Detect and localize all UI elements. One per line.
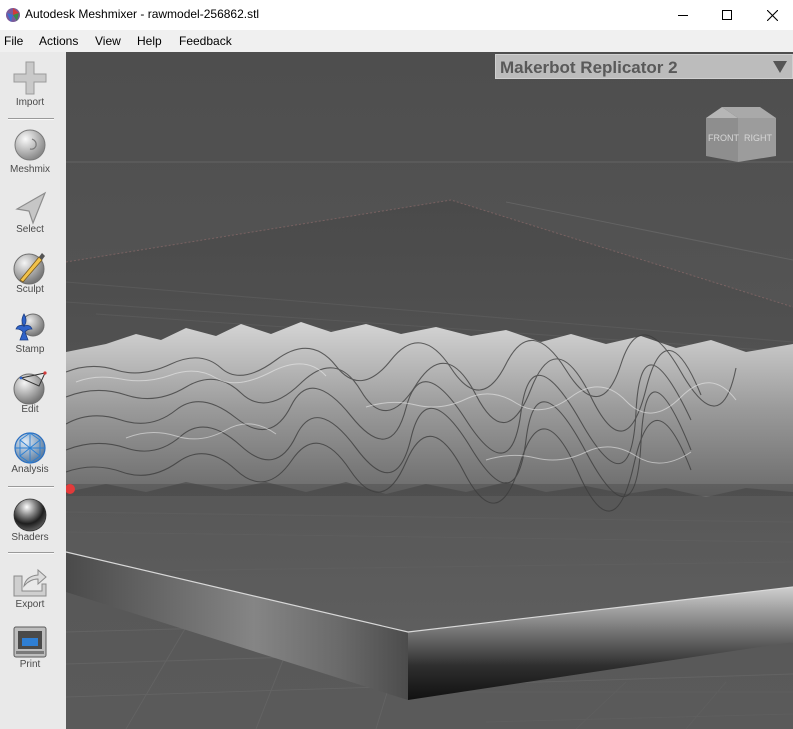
toolbar-divider (8, 552, 54, 554)
menu-bar: File Actions View Help Feedback (0, 30, 793, 52)
meshmixer-window: Autodesk Meshmixer - rawmodel-256862.stl… (0, 0, 793, 729)
stamp-label: Stamp (15, 344, 45, 355)
printer-select[interactable]: Makerbot Replicator 2 (495, 54, 793, 79)
shaders-tool-button[interactable]: Shaders (0, 497, 60, 557)
analysis-tool-button[interactable]: Analysis (0, 430, 60, 490)
3d-printer-icon (13, 626, 47, 658)
meshmix-tool-button[interactable]: Meshmix (0, 126, 60, 186)
export-label: Export (15, 599, 45, 610)
minimize-icon (678, 15, 688, 16)
wire-sphere-icon (13, 371, 47, 405)
bunny-head-icon (14, 129, 46, 161)
arrow-cursor-icon (15, 191, 47, 225)
menu-file[interactable]: File (4, 34, 23, 48)
analysis-label: Analysis (11, 464, 49, 475)
print-tool-button[interactable]: Print (0, 624, 60, 684)
sculpt-label: Sculpt (16, 284, 44, 295)
menu-actions[interactable]: Actions (39, 34, 78, 48)
edit-label: Edit (21, 404, 39, 415)
menu-feedback[interactable]: Feedback (179, 34, 232, 48)
chrome-sphere-icon (13, 498, 47, 532)
dropdown-arrow-icon (773, 61, 787, 73)
close-icon (766, 9, 778, 21)
plus-icon (13, 61, 47, 95)
toolbar-divider (8, 486, 54, 488)
maximize-button[interactable] (704, 0, 750, 30)
menu-view[interactable]: View (95, 34, 121, 48)
import-tool-button[interactable]: Import (0, 60, 60, 120)
select-label: Select (16, 224, 44, 235)
stamp-tool-button[interactable]: Stamp (0, 310, 60, 370)
mesh-sphere-icon (14, 432, 46, 464)
edit-tool-button[interactable]: Edit (0, 370, 60, 430)
viewcube-right-label: RIGHT (744, 133, 773, 143)
maximize-icon (722, 10, 732, 20)
3d-viewport[interactable]: Makerbot Replicator 2 FRONT RIGHT (66, 52, 793, 729)
minimize-button[interactable] (660, 0, 706, 30)
view-cube[interactable]: FRONT RIGHT (702, 104, 780, 174)
printer-select-value: Makerbot Replicator 2 (500, 58, 678, 77)
import-label: Import (15, 97, 45, 108)
viewcube-front-label: FRONT (708, 133, 739, 143)
brush-sphere-icon (13, 253, 45, 285)
meshmixer-app-icon (6, 8, 20, 22)
shaders-label: Shaders (11, 532, 49, 543)
close-button[interactable] (749, 0, 793, 30)
meshmix-label: Meshmix (9, 164, 50, 175)
title-bar: Autodesk Meshmixer - rawmodel-256862.stl (0, 0, 793, 30)
toolbar-divider (8, 118, 54, 120)
window-title: Autodesk Meshmixer - rawmodel-256862.stl (25, 7, 260, 21)
sculpt-tool-button[interactable]: Sculpt (0, 250, 60, 310)
print-label: Print (19, 659, 41, 670)
export-tray-icon (13, 568, 47, 597)
tool-palette: Import Meshmix Select Sculpt Stamp Edit … (0, 52, 67, 729)
menu-help[interactable]: Help (137, 34, 162, 48)
select-tool-button[interactable]: Select (0, 190, 60, 250)
export-tool-button[interactable]: Export (0, 564, 60, 624)
fleur-de-lis-stamp-icon (15, 313, 45, 341)
print-bed-scene (66, 52, 793, 729)
